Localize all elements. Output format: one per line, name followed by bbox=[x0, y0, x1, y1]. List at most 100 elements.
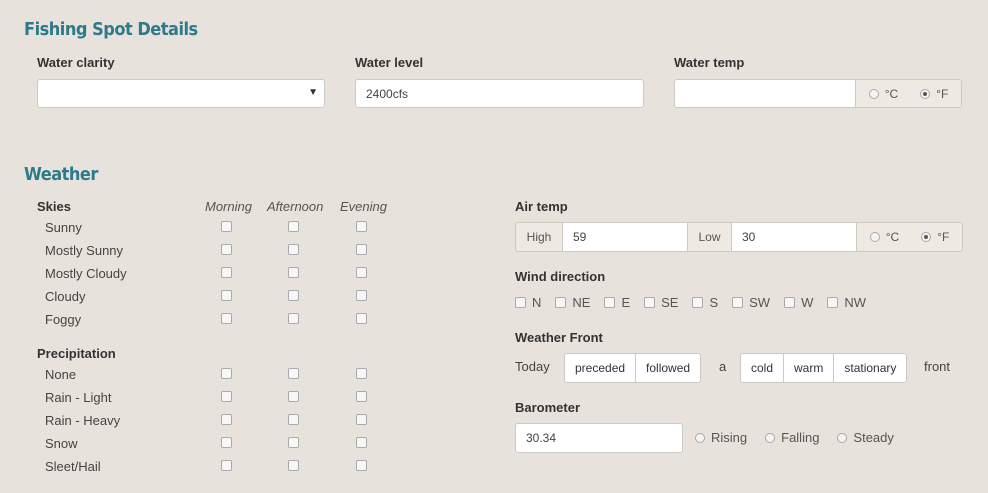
front-stationary-button[interactable]: stationary bbox=[834, 354, 906, 382]
precip-label: Snow bbox=[45, 436, 78, 451]
wind-checkbox[interactable] bbox=[827, 297, 839, 308]
sky-checkbox[interactable] bbox=[356, 221, 367, 232]
barometer-trend-group: Rising Falling Steady bbox=[695, 430, 894, 445]
sky-checkbox[interactable] bbox=[288, 221, 299, 232]
high-input[interactable] bbox=[563, 223, 687, 251]
col-afternoon: Afternoon bbox=[267, 199, 324, 214]
front-preceded-button[interactable]: preceded bbox=[565, 354, 637, 382]
wind-option[interactable]: S bbox=[692, 295, 718, 310]
precip-checkbox[interactable] bbox=[221, 368, 232, 379]
precip-checkbox[interactable] bbox=[356, 368, 367, 379]
wind-direction-label: Wind direction bbox=[515, 269, 606, 284]
wind-option-label: S bbox=[709, 295, 719, 310]
low-input[interactable] bbox=[732, 223, 856, 251]
sky-checkbox[interactable] bbox=[288, 244, 299, 255]
wind-option[interactable]: NE bbox=[555, 295, 590, 310]
wind-checkbox[interactable] bbox=[732, 297, 744, 308]
wind-option[interactable]: SW bbox=[732, 295, 770, 310]
wind-checkbox[interactable] bbox=[692, 297, 704, 308]
high-field[interactable] bbox=[562, 222, 688, 252]
wind-option-label: NE bbox=[572, 295, 591, 310]
baro-falling-radio[interactable] bbox=[765, 432, 776, 443]
sky-checkbox[interactable] bbox=[288, 313, 299, 324]
wind-checkbox[interactable] bbox=[555, 297, 567, 308]
wind-option[interactable]: W bbox=[784, 295, 813, 310]
water-level-input[interactable] bbox=[356, 80, 643, 107]
precip-checkbox[interactable] bbox=[356, 391, 367, 402]
unit-f-label: °F bbox=[936, 86, 949, 101]
sky-checkbox[interactable] bbox=[356, 313, 367, 324]
col-morning: Morning bbox=[205, 199, 252, 214]
water-temp-input[interactable] bbox=[675, 80, 855, 107]
air-temp-label: Air temp bbox=[515, 199, 568, 214]
front-timing-toggle: preceded followed bbox=[564, 353, 702, 383]
baro-rising-label: Rising bbox=[711, 430, 748, 445]
baro-falling-label: Falling bbox=[781, 430, 820, 445]
precip-label: Rain - Heavy bbox=[45, 413, 121, 428]
wind-option-label: NW bbox=[844, 295, 867, 310]
precip-checkbox[interactable] bbox=[288, 414, 299, 425]
water-level-field[interactable] bbox=[355, 79, 644, 108]
front-followed-button[interactable]: followed bbox=[636, 354, 700, 382]
barometer-field[interactable] bbox=[515, 423, 683, 453]
barometer-input[interactable] bbox=[516, 424, 682, 452]
baro-rising-radio[interactable] bbox=[695, 432, 705, 443]
wind-checkbox[interactable] bbox=[515, 297, 526, 308]
precip-checkbox[interactable] bbox=[356, 437, 367, 448]
precip-checkbox[interactable] bbox=[356, 460, 367, 471]
barometer-label: Barometer bbox=[515, 400, 581, 415]
front-cold-button[interactable]: cold bbox=[741, 354, 785, 382]
wind-checkbox[interactable] bbox=[644, 297, 656, 308]
sky-checkbox[interactable] bbox=[288, 290, 299, 301]
water-clarity-select[interactable]: ▼ bbox=[37, 79, 325, 108]
low-field[interactable] bbox=[731, 222, 857, 252]
sky-label: Sunny bbox=[45, 220, 82, 235]
sky-checkbox[interactable] bbox=[356, 267, 367, 278]
precipitation-label: Precipitation bbox=[37, 346, 116, 361]
wind-option[interactable]: N bbox=[515, 295, 541, 310]
wind-option[interactable]: E bbox=[604, 295, 630, 310]
precip-label: None bbox=[45, 367, 77, 382]
baro-steady-label: Steady bbox=[853, 430, 894, 445]
wind-option[interactable]: NW bbox=[827, 295, 866, 310]
wind-option[interactable]: SE bbox=[644, 295, 678, 310]
sky-label: Cloudy bbox=[45, 289, 86, 304]
chevron-down-icon: ▼ bbox=[308, 87, 318, 98]
sky-checkbox[interactable] bbox=[356, 244, 367, 255]
front-a-text: a bbox=[719, 359, 727, 374]
low-addon: Low bbox=[687, 222, 732, 252]
col-evening: Evening bbox=[340, 199, 387, 214]
precip-checkbox[interactable] bbox=[356, 414, 367, 425]
air-unit-f-radio[interactable] bbox=[921, 232, 932, 242]
sky-checkbox[interactable] bbox=[221, 267, 232, 278]
sky-checkbox[interactable] bbox=[221, 221, 232, 232]
air-unit-c-radio[interactable] bbox=[869, 232, 880, 242]
unit-f-radio[interactable] bbox=[920, 88, 931, 99]
sky-checkbox[interactable] bbox=[221, 244, 232, 255]
precip-checkbox[interactable] bbox=[221, 414, 232, 425]
precip-checkbox[interactable] bbox=[221, 437, 232, 448]
water-level-label: Water level bbox=[355, 55, 424, 70]
precip-checkbox[interactable] bbox=[288, 437, 299, 448]
sky-checkbox[interactable] bbox=[221, 313, 232, 324]
precip-checkbox[interactable] bbox=[288, 391, 299, 402]
wind-checkbox[interactable] bbox=[784, 297, 796, 308]
sky-checkbox[interactable] bbox=[288, 267, 299, 278]
weather-front-label: Weather Front bbox=[515, 330, 603, 345]
front-warm-button[interactable]: warm bbox=[784, 354, 835, 382]
precip-checkbox[interactable] bbox=[221, 460, 232, 471]
unit-c-radio[interactable] bbox=[868, 88, 879, 99]
sky-checkbox[interactable] bbox=[221, 290, 232, 301]
precip-checkbox[interactable] bbox=[221, 391, 232, 402]
wind-checkbox[interactable] bbox=[604, 297, 616, 308]
precip-checkbox[interactable] bbox=[288, 368, 299, 379]
wind-option-label: N bbox=[532, 295, 542, 310]
precip-checkbox[interactable] bbox=[288, 460, 299, 471]
water-temp-label: Water temp bbox=[674, 55, 745, 70]
wind-option-label: SW bbox=[749, 295, 771, 310]
precip-label: Rain - Light bbox=[45, 390, 112, 405]
sky-checkbox[interactable] bbox=[356, 290, 367, 301]
water-temp-field[interactable] bbox=[674, 79, 856, 108]
skies-label: Skies bbox=[37, 199, 71, 214]
baro-steady-radio[interactable] bbox=[837, 432, 848, 443]
